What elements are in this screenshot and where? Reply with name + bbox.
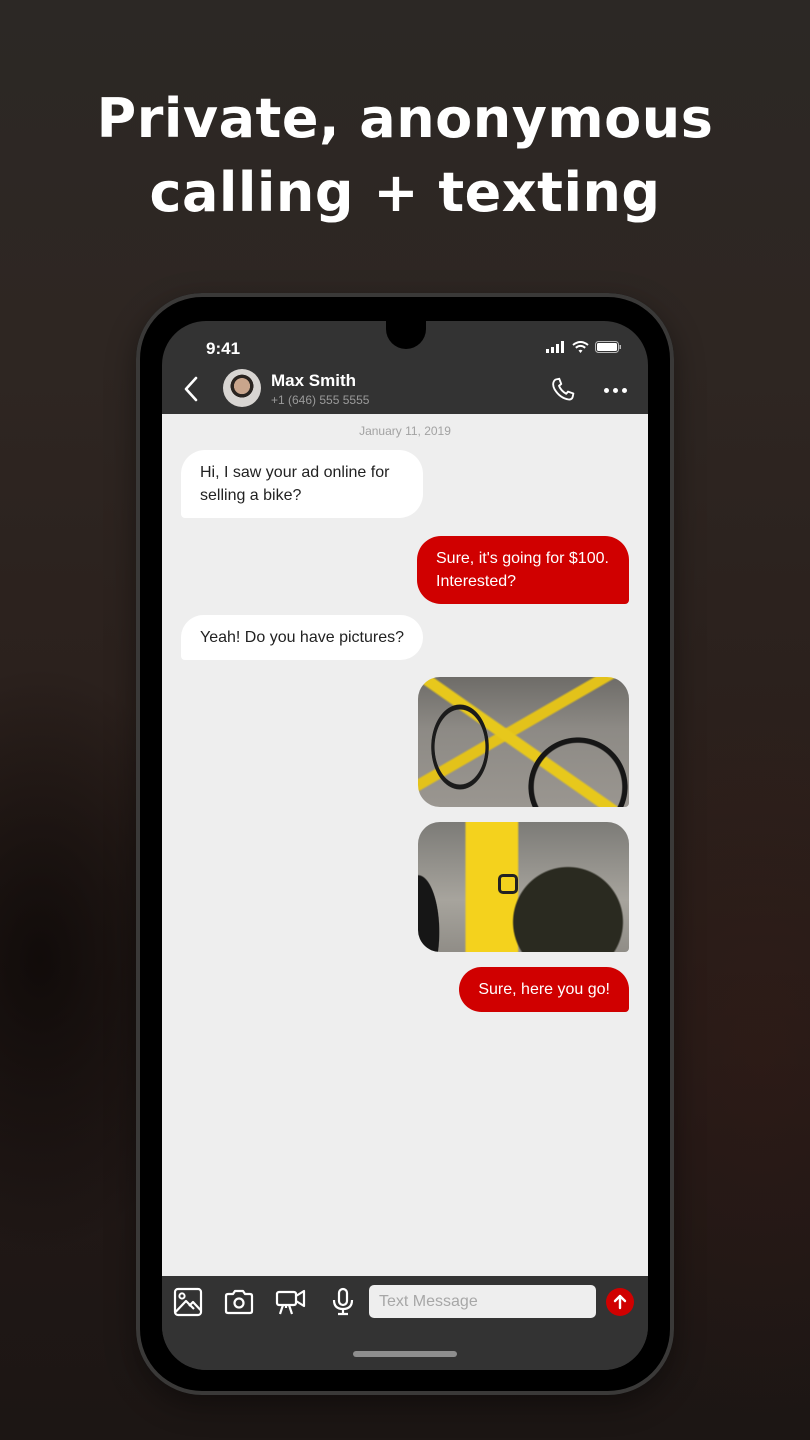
contact-avatar[interactable] (223, 369, 261, 407)
message-outgoing[interactable]: Sure, here you go! (459, 967, 629, 1012)
bike-brand-logo (498, 874, 518, 894)
voice-message-button[interactable] (327, 1286, 359, 1318)
signal-icon (546, 341, 564, 353)
call-button[interactable] (548, 375, 578, 405)
headline-line-1: Private, anonymous (96, 87, 714, 150)
battery-icon (595, 341, 621, 353)
message-image-bike[interactable] (418, 677, 629, 807)
send-button[interactable] (606, 1288, 634, 1316)
contact-number: +1 (646) 555 5555 (271, 393, 370, 407)
message-incoming[interactable]: Yeah! Do you have pictures? (181, 615, 423, 660)
composer-bar (162, 1276, 648, 1370)
back-button[interactable] (176, 371, 206, 407)
more-options-button[interactable] (600, 375, 630, 405)
status-bar: 9:41 (162, 321, 648, 367)
arrow-up-icon (613, 1294, 627, 1310)
attach-image-button[interactable] (172, 1286, 204, 1318)
headline-line-2: calling + texting (149, 161, 661, 224)
message-input[interactable] (369, 1285, 596, 1318)
conversation-header: Max Smith +1 (646) 555 5555 (162, 367, 648, 413)
video-camera-icon (275, 1289, 306, 1315)
message-list[interactable]: January 11, 2019 Hi, I saw your ad onlin… (162, 414, 648, 1276)
message-image-bike-closeup[interactable] (418, 822, 629, 952)
microphone-icon (332, 1287, 354, 1316)
camera-button[interactable] (223, 1286, 255, 1318)
date-separator: January 11, 2019 (359, 424, 451, 438)
phone-icon (552, 377, 575, 401)
image-gallery-icon (173, 1287, 203, 1317)
more-horizontal-icon (603, 387, 627, 393)
status-time: 9:41 (206, 339, 241, 358)
chevron-left-icon (184, 376, 198, 402)
video-button[interactable] (275, 1286, 307, 1318)
status-icons (546, 341, 622, 353)
phone-screen: 9:41 Max Smith +1 (646) 555 5555 January… (162, 321, 648, 1370)
message-incoming[interactable]: Hi, I saw your ad online for selling a b… (181, 450, 423, 518)
headline: Private, anonymous calling + texting (0, 82, 810, 230)
wifi-icon (572, 341, 589, 353)
contact-name[interactable]: Max Smith (271, 371, 356, 391)
message-outgoing[interactable]: Sure, it's going for $100. Interested? (417, 536, 629, 604)
camera-icon (224, 1289, 254, 1315)
home-indicator[interactable] (353, 1351, 457, 1357)
